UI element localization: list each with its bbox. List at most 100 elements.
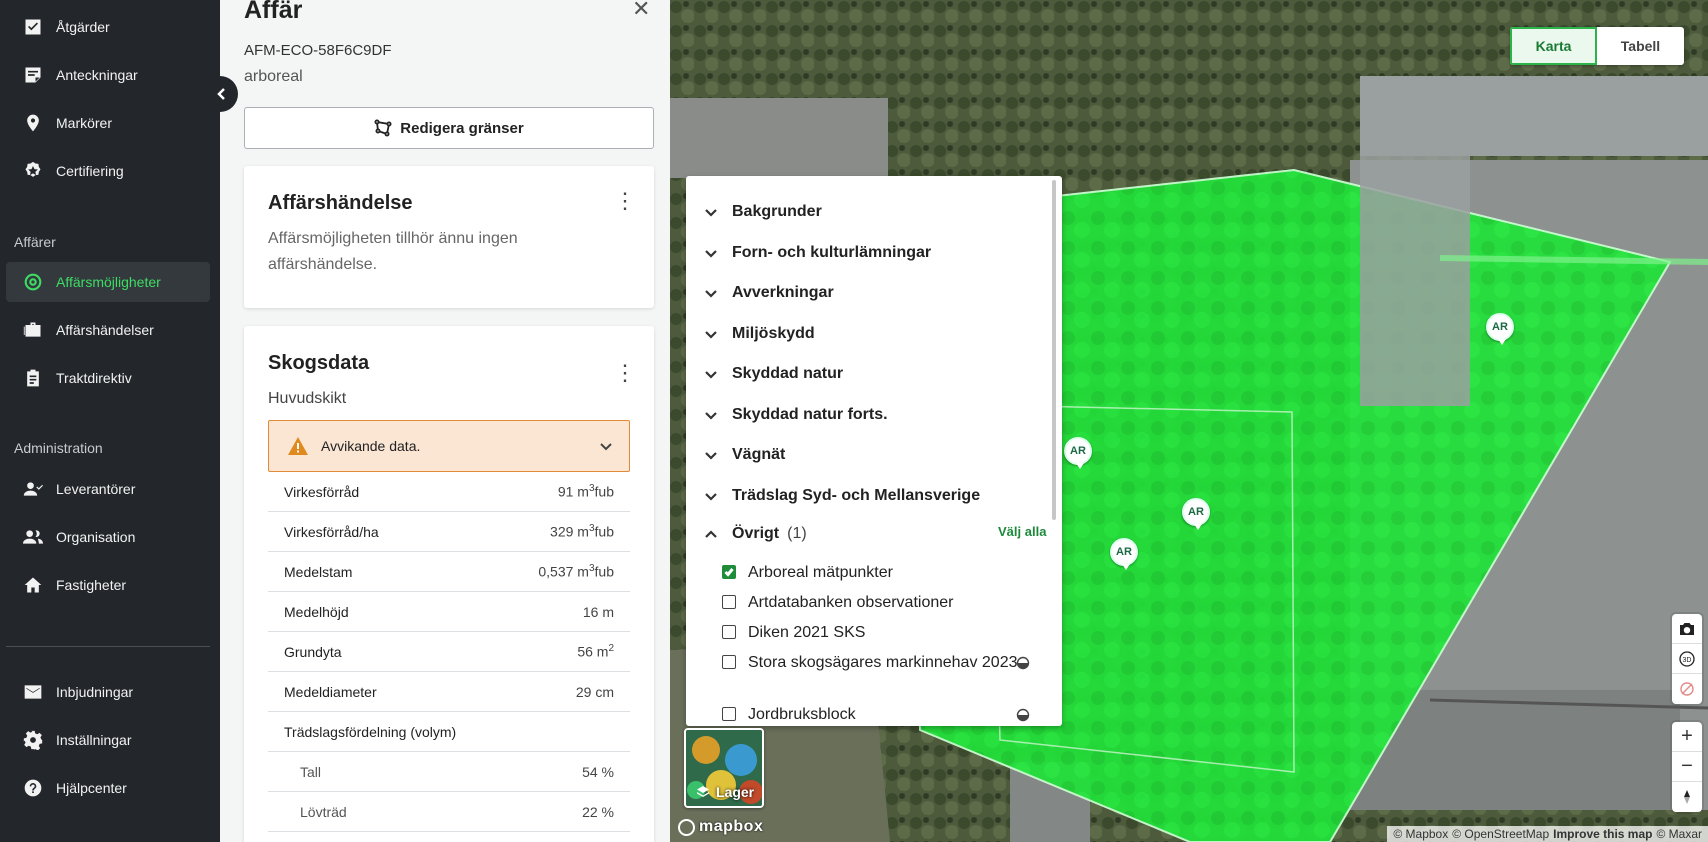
layer-item[interactable]: Jordbruksblock xyxy=(722,702,1032,726)
layer-group-label: Miljöskydd xyxy=(732,324,815,342)
layer-group[interactable]: Bakgrunder xyxy=(704,198,822,226)
row-value-unit: fub xyxy=(594,563,614,580)
disabled-layer-icon[interactable] xyxy=(1672,674,1702,704)
layer-group[interactable]: Skyddad natur xyxy=(704,360,843,388)
row-value-unit: fub xyxy=(594,483,614,500)
row-value-unit: fub xyxy=(594,523,614,540)
camera-icon[interactable] xyxy=(1672,614,1702,644)
sidebar-item-anteckningar[interactable]: Anteckningar xyxy=(6,55,210,95)
sidebar-item-affarshandelser[interactable]: Affärshändelser xyxy=(6,310,210,350)
layer-item[interactable]: Artdatabanken observationer xyxy=(722,590,1032,615)
sidebar-item-leverantorer[interactable]: Leverantörer xyxy=(6,469,210,509)
mapbox-logo[interactable]: mapbox xyxy=(678,818,763,836)
layer-group[interactable]: Miljöskydd xyxy=(704,320,815,348)
check-icon xyxy=(724,568,734,577)
layer-button-label: Lager xyxy=(716,784,755,800)
sidebar-item-inbjudningar[interactable]: Inbjudningar xyxy=(6,672,210,712)
improve-map-link[interactable]: Improve this map xyxy=(1553,827,1652,841)
sidebar-item-atgarder[interactable]: Åtgärder xyxy=(6,7,210,47)
layer-item-label: Artdatabanken observationer xyxy=(748,594,954,611)
layer-checkbox[interactable] xyxy=(722,565,736,579)
sidebar-item-label: Åtgärder xyxy=(56,19,110,35)
map[interactable]: AR AR AR AR Karta Tabell Bakgrunder Forn-… xyxy=(670,0,1708,842)
layer-group-label: Forn- och kulturlämningar xyxy=(732,243,932,261)
sidebar-item-label: Affärsmöjligheter xyxy=(56,274,161,290)
layers-panel: Bakgrunder Forn- och kulturlämningar Avver… xyxy=(686,176,1062,726)
layer-item[interactable]: Arboreal mätpunkter xyxy=(722,560,1032,585)
attribution-maxar[interactable]: © Maxar xyxy=(1656,827,1702,841)
layer-group[interactable]: Forn- och kulturlämningar xyxy=(704,239,931,267)
chevron-down-icon xyxy=(600,443,612,451)
section-label-affarer: Affärer xyxy=(14,234,56,250)
layer-item[interactable]: Stora skogsägares markinnehav 2023 xyxy=(722,650,1032,675)
layer-group[interactable]: Vägnät xyxy=(704,441,785,469)
target-icon xyxy=(22,271,44,293)
forest-data-row: Virkesförråd 91 m3fub xyxy=(268,472,630,512)
forest-data-row: Tall 54 % xyxy=(268,752,630,792)
sidebar-item-label: Affärshändelser xyxy=(56,322,154,338)
row-value-main: 22 % xyxy=(582,803,614,820)
table-view-button[interactable]: Tabell xyxy=(1597,27,1684,65)
sidebar-item-affarsmojligheter[interactable]: Affärsmöjligheter xyxy=(6,262,210,302)
measurement-point-marker[interactable]: AR xyxy=(1486,313,1514,345)
sidebar-item-label: Fastigheter xyxy=(56,577,127,593)
layer-group[interactable]: Skyddad natur forts. xyxy=(704,401,888,429)
mail-icon xyxy=(22,681,44,703)
measurement-point-marker[interactable]: AR xyxy=(1110,538,1138,570)
svg-text:3D: 3D xyxy=(1683,657,1692,664)
briefcase-icon xyxy=(22,319,44,341)
chevron-up-icon xyxy=(705,530,717,538)
sidebar-item-traktdirektiv[interactable]: Traktdirektiv xyxy=(6,358,210,398)
layer-switcher-button[interactable]: Lager xyxy=(684,728,764,808)
more-options-icon[interactable]: ⋮ xyxy=(614,362,636,384)
badge-star-icon xyxy=(22,160,44,182)
layer-checkbox[interactable] xyxy=(722,595,736,609)
sidebar-item-certifiering[interactable]: Certifiering xyxy=(6,151,210,191)
sidebar-item-organisation[interactable]: Organisation xyxy=(6,517,210,557)
sidebar-item-hjalpcenter[interactable]: Hjälpcenter xyxy=(6,768,210,808)
forest-data-card: Skogsdata ⋮ Huvudskikt Avvikande data. V… xyxy=(244,326,654,842)
layer-group[interactable]: Avverkningar xyxy=(704,279,834,307)
sidebar-item-fastigheter[interactable]: Fastigheter xyxy=(6,565,210,605)
chevron-left-icon xyxy=(217,88,225,100)
map-view-button[interactable]: Karta xyxy=(1510,27,1597,65)
mapbox-logo-icon xyxy=(678,818,695,836)
close-icon[interactable]: ✕ xyxy=(632,0,650,22)
layer-checkbox[interactable] xyxy=(722,707,736,721)
layers-scrollbar[interactable] xyxy=(1052,180,1056,520)
opacity-icon[interactable] xyxy=(1016,708,1030,722)
measurement-point-marker[interactable]: AR xyxy=(1182,498,1210,530)
layer-item[interactable]: Diken 2021 SKS xyxy=(722,620,1032,645)
attribution-osm[interactable]: © OpenStreetMap xyxy=(1452,827,1549,841)
more-options-icon[interactable]: ⋮ xyxy=(614,190,636,212)
sidebar-item-label: Certifiering xyxy=(56,163,124,179)
deviating-data-warning[interactable]: Avvikande data. xyxy=(268,420,630,472)
layer-group-ovrigt[interactable]: Övrigt (1) xyxy=(704,520,807,548)
layer-checkbox[interactable] xyxy=(722,655,736,669)
edit-boundaries-label: Redigera gränser xyxy=(400,119,524,137)
3d-toggle-icon[interactable]: 3D xyxy=(1672,644,1702,674)
opportunity-source: arboreal xyxy=(244,68,303,85)
row-label: Medeldiameter xyxy=(284,683,377,700)
row-value: 329 m3fub xyxy=(550,523,614,540)
forest-data-title: Skogsdata xyxy=(268,352,370,374)
layer-group[interactable]: Trädslag Syd- och Mellansverige xyxy=(704,482,980,510)
chevron-down-icon xyxy=(705,411,717,420)
zoom-out-icon[interactable]: − xyxy=(1672,752,1702,782)
sidebar-item-markorer[interactable]: Markörer xyxy=(6,103,210,143)
gear-icon xyxy=(22,729,44,751)
layer-checkbox[interactable] xyxy=(722,625,736,639)
zoom-in-icon[interactable]: + xyxy=(1672,722,1702,752)
compass-icon[interactable] xyxy=(1672,782,1702,812)
row-label: Tall xyxy=(300,763,322,780)
layer-group-label: Bakgrunder xyxy=(732,203,822,220)
edit-boundaries-button[interactable]: Redigera gränser xyxy=(244,107,654,149)
forest-data-row: Trädslagsfördelning (volym) xyxy=(268,712,630,752)
sidebar-item-installningar[interactable]: Inställningar xyxy=(6,720,210,760)
layer-item-label: Arboreal mätpunkter xyxy=(748,564,893,581)
opacity-icon[interactable] xyxy=(1016,656,1030,670)
measurement-point-marker[interactable]: AR xyxy=(1064,437,1092,469)
select-all-link[interactable]: Välj alla xyxy=(998,524,1046,539)
chevron-down-icon xyxy=(705,209,717,217)
attribution-mapbox[interactable]: © Mapbox xyxy=(1393,827,1448,841)
